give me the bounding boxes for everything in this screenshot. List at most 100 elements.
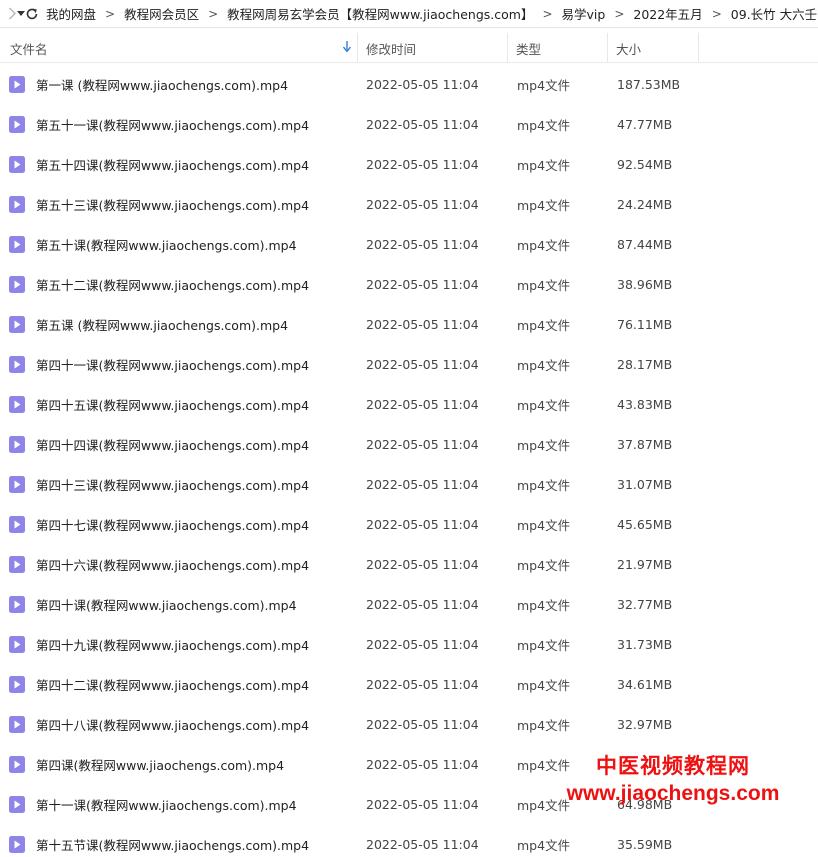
file-name-cell[interactable]: 第五十四课(教程网www.jiaochengs.com).mp4	[0, 155, 358, 174]
file-size: 35.59MB	[617, 836, 673, 852]
watermark: 中医视频教程网 www.jiaochengs.com	[543, 752, 803, 808]
file-name-cell[interactable]: 第五十一课(教程网www.jiaochengs.com).mp4	[0, 115, 358, 134]
file-name-cell[interactable]: 第十一课(教程网www.jiaochengs.com).mp4	[0, 795, 358, 814]
file-row[interactable]: 第四十二课(教程网www.jiaochengs.com).mp4 2022-05-…	[0, 664, 818, 704]
file-name-cell[interactable]: 第四十四课(教程网www.jiaochengs.com).mp4	[0, 435, 358, 454]
file-size: 76.11MB	[617, 316, 673, 332]
video-file-icon	[9, 155, 25, 173]
file-name-cell[interactable]: 第五十三课(教程网www.jiaochengs.com).mp4	[0, 195, 358, 214]
video-file-icon	[9, 435, 25, 453]
file-row[interactable]: 第五十三课(教程网www.jiaochengs.com).mp4 2022-05-…	[0, 184, 818, 224]
file-name-cell[interactable]: 第十五节课(教程网www.jiaochengs.com).mp4	[0, 835, 358, 854]
file-type: mp4文件	[517, 357, 571, 373]
file-row[interactable]: 第五十一课(教程网www.jiaochengs.com).mp4 2022-05-…	[0, 104, 818, 144]
file-date: 2022-05-05 11:04	[366, 276, 479, 292]
file-row[interactable]: 第四十一课(教程网www.jiaochengs.com).mp4 2022-05-…	[0, 344, 818, 384]
file-name-cell[interactable]: 第四十二课(教程网www.jiaochengs.com).mp4	[0, 675, 358, 694]
watermark-title: 中医视频教程网	[596, 754, 750, 778]
file-name: 第四十课(教程网www.jiaochengs.com).mp4	[36, 597, 297, 613]
file-name: 第五十一课(教程网www.jiaochengs.com).mp4	[36, 117, 310, 133]
forward-button[interactable]	[8, 0, 17, 27]
file-row[interactable]: 第十五节课(教程网www.jiaochengs.com).mp4 2022-05-…	[0, 824, 818, 857]
file-name-cell[interactable]: 第四十九课(教程网www.jiaochengs.com).mp4	[0, 635, 358, 654]
file-name: 第五十三课(教程网www.jiaochengs.com).mp4	[36, 197, 310, 213]
file-date: 2022-05-05 11:04	[366, 796, 479, 812]
file-row[interactable]: 第五十二课(教程网www.jiaochengs.com).mp4 2022-05-…	[0, 264, 818, 304]
file-name-cell[interactable]: 第五课 (教程网www.jiaochengs.com).mp4	[0, 315, 358, 334]
file-row[interactable]: 第四十九课(教程网www.jiaochengs.com).mp4 2022-05-…	[0, 624, 818, 664]
breadcrumb-item[interactable]: 教程网会员区	[121, 4, 202, 23]
file-date: 2022-05-05 11:04	[366, 156, 479, 172]
file-type: mp4文件	[517, 317, 571, 333]
file-size: 187.53MB	[617, 76, 681, 92]
column-header-name[interactable]: 文件名	[0, 33, 358, 63]
file-row[interactable]: 第五十课(教程网www.jiaochengs.com).mp4 2022-05-0…	[0, 224, 818, 264]
video-file-icon	[9, 675, 25, 693]
file-row[interactable]: 第四十四课(教程网www.jiaochengs.com).mp4 2022-05-…	[0, 424, 818, 464]
column-header-type[interactable]: 类型	[508, 33, 608, 63]
file-name-cell[interactable]: 第四十课(教程网www.jiaochengs.com).mp4	[0, 595, 358, 614]
file-size: 32.77MB	[617, 596, 673, 612]
video-file-icon	[9, 795, 25, 813]
history-dropdown-button[interactable]	[17, 0, 25, 27]
file-name-cell[interactable]: 第五十课(教程网www.jiaochengs.com).mp4	[0, 235, 358, 254]
file-name: 第四十一课(教程网www.jiaochengs.com).mp4	[36, 357, 310, 373]
column-header-size[interactable]: 大小	[608, 33, 699, 63]
file-name-cell[interactable]: 第四十七课(教程网www.jiaochengs.com).mp4	[0, 515, 358, 534]
file-row[interactable]: 第一课 (教程网www.jiaochengs.com).mp4 2022-05-0…	[0, 64, 818, 104]
file-row[interactable]: 第四十七课(教程网www.jiaochengs.com).mp4 2022-05-…	[0, 504, 818, 544]
file-name: 第五十二课(教程网www.jiaochengs.com).mp4	[36, 277, 310, 293]
breadcrumb-item[interactable]: 我的网盘	[43, 4, 99, 23]
file-date: 2022-05-05 11:04	[366, 436, 479, 452]
video-file-icon	[9, 715, 25, 733]
file-name: 第十五节课(教程网www.jiaochengs.com).mp4	[36, 837, 310, 853]
file-name-cell[interactable]: 第四十六课(教程网www.jiaochengs.com).mp4	[0, 555, 358, 574]
breadcrumb-item[interactable]: 09.长竹 大六壬	[728, 4, 818, 23]
file-row[interactable]: 第四十八课(教程网www.jiaochengs.com).mp4 2022-05-…	[0, 704, 818, 744]
file-name-cell[interactable]: 第四十五课(教程网www.jiaochengs.com).mp4	[0, 395, 358, 414]
column-header-date[interactable]: 修改时间	[358, 33, 508, 63]
refresh-icon	[26, 8, 38, 19]
file-size: 32.97MB	[617, 716, 673, 732]
file-type: mp4文件	[517, 117, 571, 133]
file-type: mp4文件	[517, 557, 571, 573]
caret-down-icon	[17, 11, 25, 16]
file-name-cell[interactable]: 第四十三课(教程网www.jiaochengs.com).mp4	[0, 475, 358, 494]
file-row[interactable]: 第四十课(教程网www.jiaochengs.com).mp4 2022-05-0…	[0, 584, 818, 624]
file-size: 34.61MB	[617, 676, 673, 692]
video-file-icon	[9, 275, 25, 293]
file-name: 第五十课(教程网www.jiaochengs.com).mp4	[36, 237, 297, 253]
file-name: 第四十六课(教程网www.jiaochengs.com).mp4	[36, 557, 310, 573]
video-file-icon	[9, 355, 25, 373]
file-type: mp4文件	[517, 517, 571, 533]
file-name-cell[interactable]: 第一课 (教程网www.jiaochengs.com).mp4	[0, 75, 358, 94]
file-name-cell[interactable]: 第四十八课(教程网www.jiaochengs.com).mp4	[0, 715, 358, 734]
breadcrumb-item[interactable]: 教程网周易玄学会员【教程网www.jiaochengs.com】	[224, 4, 536, 23]
file-name-cell[interactable]: 第四课(教程网www.jiaochengs.com).mp4	[0, 755, 358, 774]
chevron-right-icon	[9, 7, 16, 20]
file-size: 45.65MB	[617, 516, 673, 532]
breadcrumb-item[interactable]: 2022年五月	[630, 4, 705, 23]
video-file-icon	[9, 835, 25, 853]
file-name: 第四十三课(教程网www.jiaochengs.com).mp4	[36, 477, 310, 493]
file-row[interactable]: 第五十四课(教程网www.jiaochengs.com).mp4 2022-05-…	[0, 144, 818, 184]
column-header-name-label: 文件名	[10, 41, 48, 57]
file-name: 第十一课(教程网www.jiaochengs.com).mp4	[36, 797, 297, 813]
file-name: 第四课(教程网www.jiaochengs.com).mp4	[36, 757, 285, 773]
file-row[interactable]: 第五课 (教程网www.jiaochengs.com).mp4 2022-05-0…	[0, 304, 818, 344]
file-date: 2022-05-05 11:04	[366, 116, 479, 132]
file-name: 第五课 (教程网www.jiaochengs.com).mp4	[36, 317, 289, 333]
refresh-button[interactable]	[25, 0, 39, 27]
file-row[interactable]: 第四十六课(教程网www.jiaochengs.com).mp4 2022-05-…	[0, 544, 818, 584]
file-date: 2022-05-05 11:04	[366, 596, 479, 612]
file-type: mp4文件	[517, 397, 571, 413]
file-name-cell[interactable]: 第五十二课(教程网www.jiaochengs.com).mp4	[0, 275, 358, 294]
breadcrumb-item[interactable]: 易学vip	[559, 4, 609, 23]
file-name-cell[interactable]: 第四十一课(教程网www.jiaochengs.com).mp4	[0, 355, 358, 374]
file-type: mp4文件	[517, 677, 571, 693]
file-type: mp4文件	[517, 197, 571, 213]
file-type: mp4文件	[517, 237, 571, 253]
file-row[interactable]: 第四十五课(教程网www.jiaochengs.com).mp4 2022-05-…	[0, 384, 818, 424]
file-type: mp4文件	[517, 437, 571, 453]
file-row[interactable]: 第四十三课(教程网www.jiaochengs.com).mp4 2022-05-…	[0, 464, 818, 504]
